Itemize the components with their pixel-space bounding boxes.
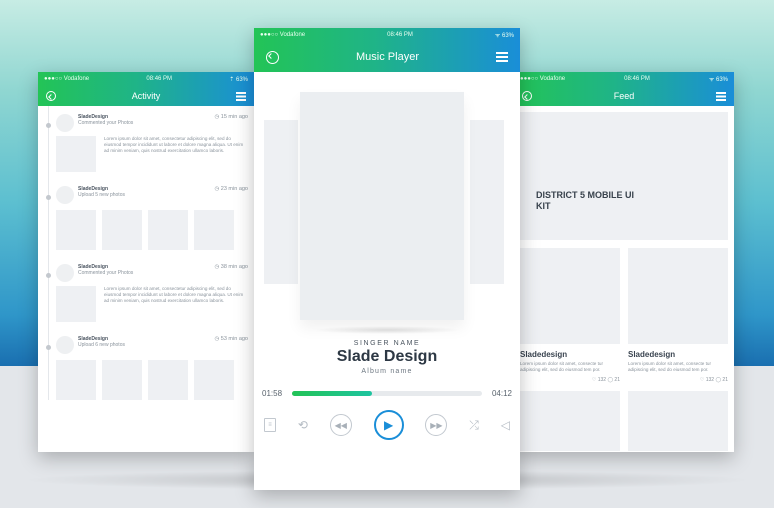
battery-label: ⇡ 63%	[229, 76, 248, 83]
list-item[interactable]: SladeDesign Upload 5 new photos ◷ 23 min…	[38, 186, 254, 250]
repeat-icon[interactable]: ⟲	[298, 418, 308, 432]
music-player-screen: ●●●○○ Vodafone 08:46 PM ᯤ 63% Music Play…	[254, 28, 520, 490]
photo-thumbnail[interactable]	[102, 360, 142, 400]
comment-text: Lorem ipsum dolor sit amet, consectetur …	[104, 136, 244, 153]
hero-title: DISTRICT 5 MOBILE UI KIT	[536, 190, 635, 211]
action-text: Commented your Photos	[78, 270, 134, 276]
list-item[interactable]: SladeDesign Commented your Photos ◷ 15 m…	[38, 114, 254, 172]
album-art[interactable]	[300, 92, 464, 320]
feed-image[interactable]	[520, 391, 620, 451]
menu-icon[interactable]	[715, 91, 726, 101]
clock-label: 08:46 PM	[387, 32, 413, 38]
feed-stats[interactable]: ♡ 132 ◯ 21	[628, 377, 728, 383]
action-text: Commented your Photos	[78, 120, 134, 126]
timestamp: ◷ 23 min ago	[214, 186, 248, 192]
timeline-dot	[46, 123, 51, 128]
feed-screen: ●●●○○ Vodafone 08:46 PM ᯤ 63% Feed DISTR…	[514, 72, 734, 452]
avatar[interactable]	[56, 114, 74, 132]
avatar[interactable]	[56, 336, 74, 354]
feed-text: Lorem ipsum dolor sit amet, consecte tur…	[628, 361, 711, 372]
timeline-dot	[46, 195, 51, 200]
total-time: 04:12	[491, 389, 512, 398]
playlist-icon[interactable]	[496, 51, 508, 63]
clock-label: 08:46 PM	[624, 76, 650, 82]
status-bar: ●●●○○ Vodafone 08:46 PM ᯤ 63%	[254, 28, 520, 42]
photo-thumbnail[interactable]	[194, 360, 234, 400]
carrier-label: ●●●○○ Vodafone	[520, 76, 566, 82]
feed-text: Lorem ipsum dolor sit amet, consecte tur…	[520, 361, 603, 372]
photo-thumbnail[interactable]	[102, 210, 142, 250]
timeline-dot	[46, 273, 51, 278]
back-icon[interactable]	[522, 91, 532, 101]
photo-thumbnail[interactable]	[148, 360, 188, 400]
list-icon[interactable]: ≡	[264, 418, 276, 432]
feed-card[interactable]: Sladedesign Lorem ipsum dolor sit amet, …	[520, 248, 620, 383]
comment-text: Lorem ipsum dolor sit amet, consectetur …	[104, 286, 244, 303]
feed-card[interactable]: Sladedesign Lorem ipsum dolor sit amet, …	[628, 248, 728, 383]
avatar[interactable]	[56, 264, 74, 282]
photo-thumbnail[interactable]	[148, 210, 188, 250]
feed-author[interactable]: Sladedesign	[520, 350, 620, 359]
timestamp: ◷ 38 min ago	[214, 264, 248, 270]
progress-bar[interactable]	[292, 391, 482, 396]
battery-label: ᯤ 63%	[708, 77, 728, 83]
feed-card[interactable]	[520, 391, 620, 451]
activity-list: SladeDesign Commented your Photos ◷ 15 m…	[38, 106, 254, 400]
status-bar: ●●●○○ Vodafone 08:46 PM ᯤ 63%	[514, 72, 734, 86]
feed-image[interactable]	[628, 248, 728, 344]
previous-album-art[interactable]	[264, 120, 298, 284]
app-bar: Feed	[514, 86, 734, 106]
photo-thumbnail[interactable]	[56, 286, 96, 322]
shuffle-icon[interactable]: ⤮	[469, 418, 479, 433]
singer-name: Slade Design	[336, 348, 438, 365]
feed-image[interactable]	[628, 391, 728, 451]
back-icon[interactable]	[46, 91, 56, 101]
back-icon[interactable]	[266, 50, 279, 64]
carrier-label: ●●●○○ Vodafone	[260, 32, 306, 38]
feed-stats[interactable]: ♡ 132 ◯ 21	[520, 377, 620, 383]
timeline-dot	[46, 345, 51, 350]
feed-hero-card[interactable]: DISTRICT 5 MOBILE UI KIT	[520, 112, 728, 240]
carrier-label: ●●●○○ Vodafone	[44, 76, 90, 82]
feed-author[interactable]: Sladedesign	[628, 350, 728, 359]
photo-thumbnail[interactable]	[194, 210, 234, 250]
menu-icon[interactable]	[235, 91, 246, 101]
list-item[interactable]: SladeDesign Upload 6 new photos ◷ 53 min…	[38, 336, 254, 400]
app-bar: Music Player	[254, 42, 520, 72]
photo-thumbnail[interactable]	[56, 136, 96, 172]
volume-icon[interactable]: ◁	[501, 418, 510, 432]
album-name: Album name	[361, 368, 413, 375]
screen-title: Feed	[613, 91, 635, 101]
photo-thumbnail[interactable]	[56, 360, 96, 400]
album-art-shadow	[314, 326, 460, 334]
screen-title: Activity	[131, 91, 161, 101]
singer-label: SINGER NAME	[353, 340, 421, 347]
action-text: Upload 6 new photos	[78, 342, 125, 348]
photo-thumbnail[interactable]	[56, 210, 96, 250]
action-text: Upload 5 new photos	[78, 192, 125, 198]
rewind-icon[interactable]: ◀◀	[329, 414, 352, 436]
timestamp: ◷ 53 min ago	[214, 336, 248, 342]
screen-title: Music Player	[356, 51, 419, 63]
status-bar: ●●●○○ Vodafone 08:46 PM ⇡ 63%	[38, 72, 254, 86]
avatar[interactable]	[56, 186, 74, 204]
clock-label: 08:46 PM	[146, 76, 173, 82]
activity-screen: ●●●○○ Vodafone 08:46 PM ⇡ 63% Activity S…	[38, 72, 254, 452]
list-item[interactable]: SladeDesign Commented your Photos ◷ 38 m…	[38, 264, 254, 322]
elapsed-time: 01:58	[262, 389, 283, 398]
timestamp: ◷ 15 min ago	[214, 114, 248, 120]
next-album-art[interactable]	[470, 120, 504, 284]
app-bar: Activity	[38, 86, 254, 106]
progress-fill	[292, 391, 372, 396]
fast-forward-icon[interactable]: ▶▶	[425, 414, 448, 436]
feed-card[interactable]	[628, 391, 728, 451]
playback-controls: ≡ ⟲ ◀◀ ▶ ▶▶ ⤮ ◁	[254, 410, 520, 440]
play-icon[interactable]: ▶	[373, 410, 404, 440]
feed-image[interactable]	[520, 248, 620, 344]
battery-label: ᯤ 63%	[494, 33, 514, 39]
album-art-carousel[interactable]	[254, 72, 520, 334]
